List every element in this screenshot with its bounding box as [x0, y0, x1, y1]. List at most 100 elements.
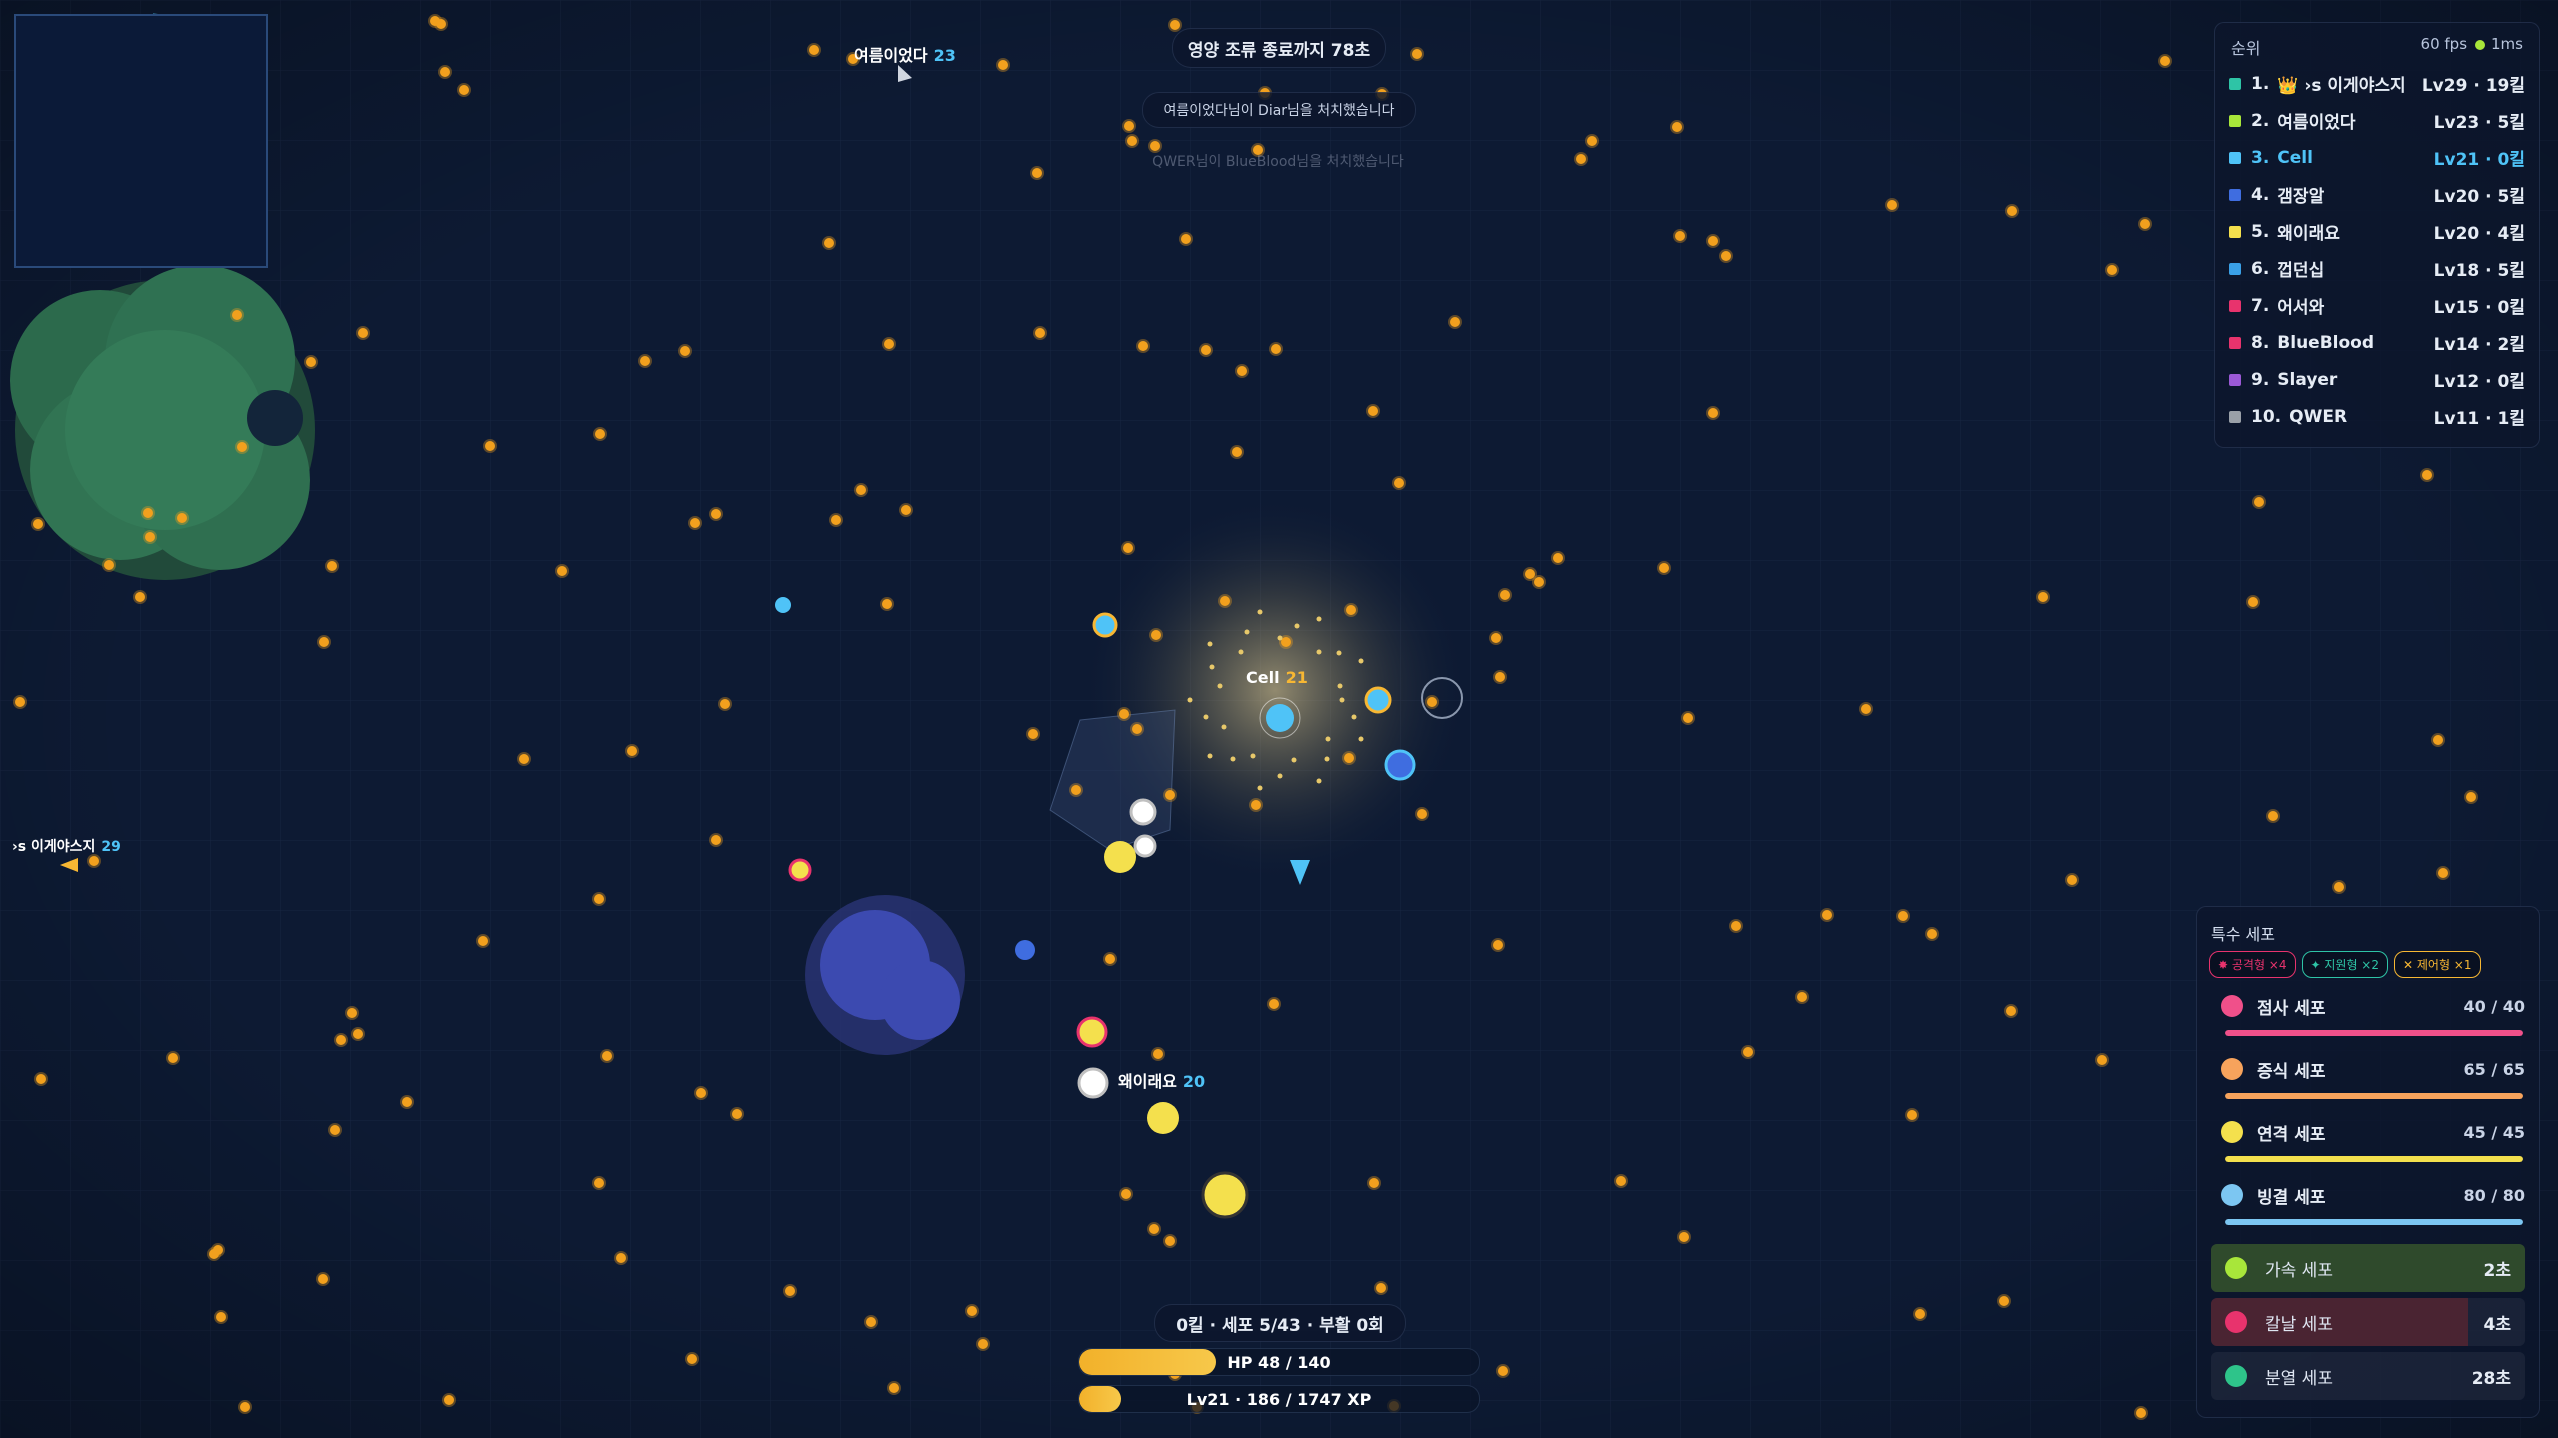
- cell-ability-row[interactable]: 연격 세포 45 / 45: [2197, 1112, 2539, 1175]
- cell-ability-value: 45 / 45: [2463, 1122, 2525, 1142]
- food-pellet: [880, 597, 894, 611]
- food-pellet: [1795, 990, 1809, 1004]
- food-pellet: [2464, 790, 2478, 804]
- food-pellet: [1199, 343, 1213, 357]
- player-label-p1: 여름이었다 23: [854, 42, 956, 66]
- food-pellet: [1344, 603, 1358, 617]
- food-pellet: [1392, 476, 1406, 490]
- food-pellet: [1448, 315, 1462, 329]
- orbit-particle: [1217, 683, 1223, 689]
- food-pellet: [592, 892, 606, 906]
- cell-ability-value: 65 / 65: [2463, 1059, 2525, 1079]
- orbit-particle: [1337, 683, 1343, 689]
- connection-dot-icon: [2475, 39, 2486, 50]
- cell-type-chip: ✦ 지원형 ×2: [2301, 951, 2388, 978]
- cooldown-row[interactable]: 가속 세포 2초: [2211, 1244, 2525, 1292]
- leaderboard-name: QWER: [2289, 406, 2348, 427]
- food-pellet: [2431, 733, 2445, 747]
- orbit-particle: [1187, 697, 1193, 703]
- leaderboard-stat: Lv15 · 0킬: [2433, 298, 2525, 318]
- leaderboard: 순위 60 fps 1ms 1. 👑 ›s 이게야스지 Lv29 · 19킬 2. 여름이…: [2214, 22, 2540, 448]
- food-pellet: [2005, 204, 2019, 218]
- food-pellet: [709, 833, 723, 847]
- orbit-particle: [1316, 616, 1322, 622]
- player-name: ›s 이게야스지: [12, 839, 96, 855]
- cell-icon: [2225, 1257, 2247, 1279]
- leaderboard-row: 7. 어서와 Lv15 · 0킬: [2215, 287, 2539, 324]
- leaderboard-list: 1. 👑 ›s 이게야스지 Lv29 · 19킬 2. 여름이었다 Lv23 · 5킬 3.…: [2215, 65, 2539, 435]
- food-pellet: [1706, 234, 1720, 248]
- food-pellet: [1885, 198, 1899, 212]
- food-pellet: [1491, 938, 1505, 952]
- food-pellet: [351, 1027, 365, 1041]
- player-color-swatch: [2229, 225, 2241, 238]
- player-cell-self[interactable]: [1259, 697, 1301, 739]
- cooldown-row[interactable]: 분열 세포 28초: [2211, 1352, 2525, 1400]
- food-pellet: [438, 65, 452, 79]
- leaderboard-stat: Lv11 · 1킬: [2433, 409, 2525, 429]
- player-level: 20: [1182, 1072, 1206, 1091]
- food-pellet: [1729, 919, 1743, 933]
- food-pellet: [143, 530, 157, 544]
- cell-ability-row[interactable]: 증식 세포 65 / 65: [2197, 1049, 2539, 1112]
- food-pellet: [345, 1006, 359, 1020]
- food-pellet: [965, 1304, 979, 1318]
- food-pellet: [1151, 1047, 1165, 1061]
- leaderboard-stat: Lv23 · 5킬: [2433, 113, 2525, 133]
- orbit-particle: [1257, 609, 1263, 615]
- orbit-particle: [1238, 649, 1244, 655]
- game-world[interactable]: [0, 0, 2558, 1438]
- food-pellet: [1614, 1174, 1628, 1188]
- status-line: 0킬 · 세포 5/43 · 부활 0회: [1154, 1304, 1406, 1342]
- orbit-particle: [1250, 753, 1256, 759]
- leaderboard-rank: 2.: [2251, 110, 2270, 131]
- food-pellet: [457, 83, 471, 97]
- leaderboard-row: 2. 여름이었다 Lv23 · 5킬: [2215, 102, 2539, 139]
- cell-ability-value: 80 / 80: [2463, 1185, 2525, 1205]
- cooldown-row[interactable]: 칼날 세포 4초: [2211, 1298, 2525, 1346]
- xp-bar: Lv21 · 186 / 1747 XP: [1078, 1385, 1480, 1413]
- food-pellet: [1551, 551, 1565, 565]
- hp-label: HP 48 / 140: [1227, 1352, 1331, 1372]
- minimap[interactable]: [14, 14, 268, 268]
- food-pellet: [2134, 1406, 2148, 1420]
- orbit-particle: [1203, 714, 1209, 720]
- player-label-p2: 왜이래요 20: [1118, 1068, 1205, 1092]
- food-pellet: [34, 1072, 48, 1086]
- cell-ability-row[interactable]: 빙결 세포 80 / 80: [2197, 1175, 2539, 1238]
- leaderboard-row: 10. QWER Lv11 · 1킬: [2215, 398, 2539, 435]
- food-pellet: [1719, 249, 1733, 263]
- food-pellet: [207, 1247, 221, 1261]
- cell-ability-header: 빙결 세포 80 / 80: [2211, 1175, 2525, 1215]
- food-pellet: [1896, 909, 1910, 923]
- killfeed-item: QWER님이 BlueBlood님을 처치했습니다: [1152, 154, 1404, 170]
- player-color-swatch: [2229, 77, 2241, 90]
- orbit-particle: [1230, 756, 1236, 762]
- leaderboard-title: 순위: [2231, 39, 2261, 58]
- food-pellet: [783, 1284, 797, 1298]
- cell-ability-row[interactable]: 점사 세포 40 / 40: [2197, 986, 2539, 1049]
- player-color-swatch: [2229, 336, 2241, 349]
- food-pellet: [1498, 588, 1512, 602]
- food-pellet: [678, 344, 692, 358]
- event-countdown: 영양 조류 종료까지 78초: [1172, 28, 1386, 68]
- orbit-particle: [1207, 753, 1213, 759]
- cell-ability-header: 연격 세포 45 / 45: [2211, 1112, 2525, 1152]
- food-pellet: [325, 559, 339, 573]
- food-pellet: [1741, 1045, 1755, 1059]
- cooldown-name: 칼날 세포: [2265, 1314, 2333, 1335]
- food-pellet: [709, 507, 723, 521]
- leaderboard-row: 1. 👑 ›s 이게야스지 Lv29 · 19킬: [2215, 65, 2539, 102]
- leaderboard-name: 껍던십: [2277, 261, 2325, 281]
- food-pellet: [685, 1352, 699, 1366]
- food-pellet: [1125, 134, 1139, 148]
- food-pellet: [304, 355, 318, 369]
- player-color-swatch: [2229, 151, 2241, 164]
- player-color-swatch: [2229, 410, 2241, 423]
- leaderboard-name: 여름이었다: [2277, 113, 2356, 133]
- leaderboard-stat: Lv21 · 0킬: [2433, 150, 2525, 170]
- food-pellet: [1425, 695, 1439, 709]
- leaderboard-rank: 1.: [2251, 73, 2270, 94]
- orbit-particle: [1316, 649, 1322, 655]
- food-pellet: [1033, 326, 1047, 340]
